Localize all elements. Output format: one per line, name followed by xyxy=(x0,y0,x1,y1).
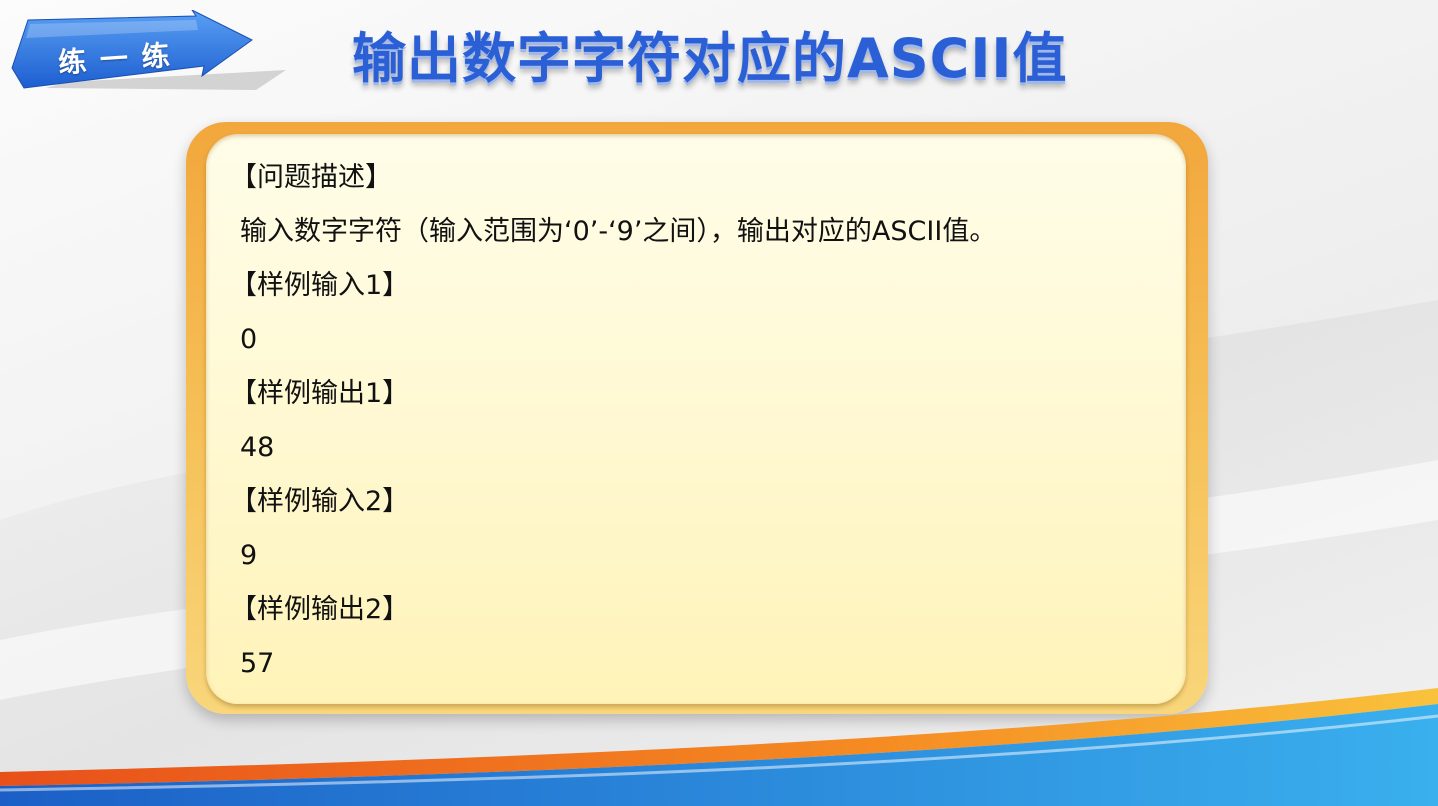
sample-output-2-value: 57 xyxy=(240,648,275,679)
section-heading-sample-output-2: 【样例输出2】 xyxy=(230,594,410,625)
problem-content: 【问题描述】 输入数字字符（输入范围为‘0’-‘9’之间），输出对应的ASCII… xyxy=(230,156,1190,696)
sample-output-1-value: 48 xyxy=(240,432,275,463)
section-heading-sample-input-2: 【样例输入2】 xyxy=(230,486,410,517)
sample-input-2-value: 9 xyxy=(240,540,258,571)
section-heading-sample-output-1: 【样例输出1】 xyxy=(230,378,410,409)
sample-input-1-value: 0 xyxy=(240,324,258,355)
page-title: 输出数字字符对应的ASCII值 xyxy=(352,27,1068,90)
section-heading-sample-input-1: 【样例输入1】 xyxy=(230,270,410,301)
section-heading-description: 【问题描述】 xyxy=(230,162,392,193)
practice-badge: 练 一 练 xyxy=(6,10,296,96)
problem-description-text: 输入数字字符（输入范围为‘0’-‘9’之间），输出对应的ASCII值。 xyxy=(240,216,997,247)
